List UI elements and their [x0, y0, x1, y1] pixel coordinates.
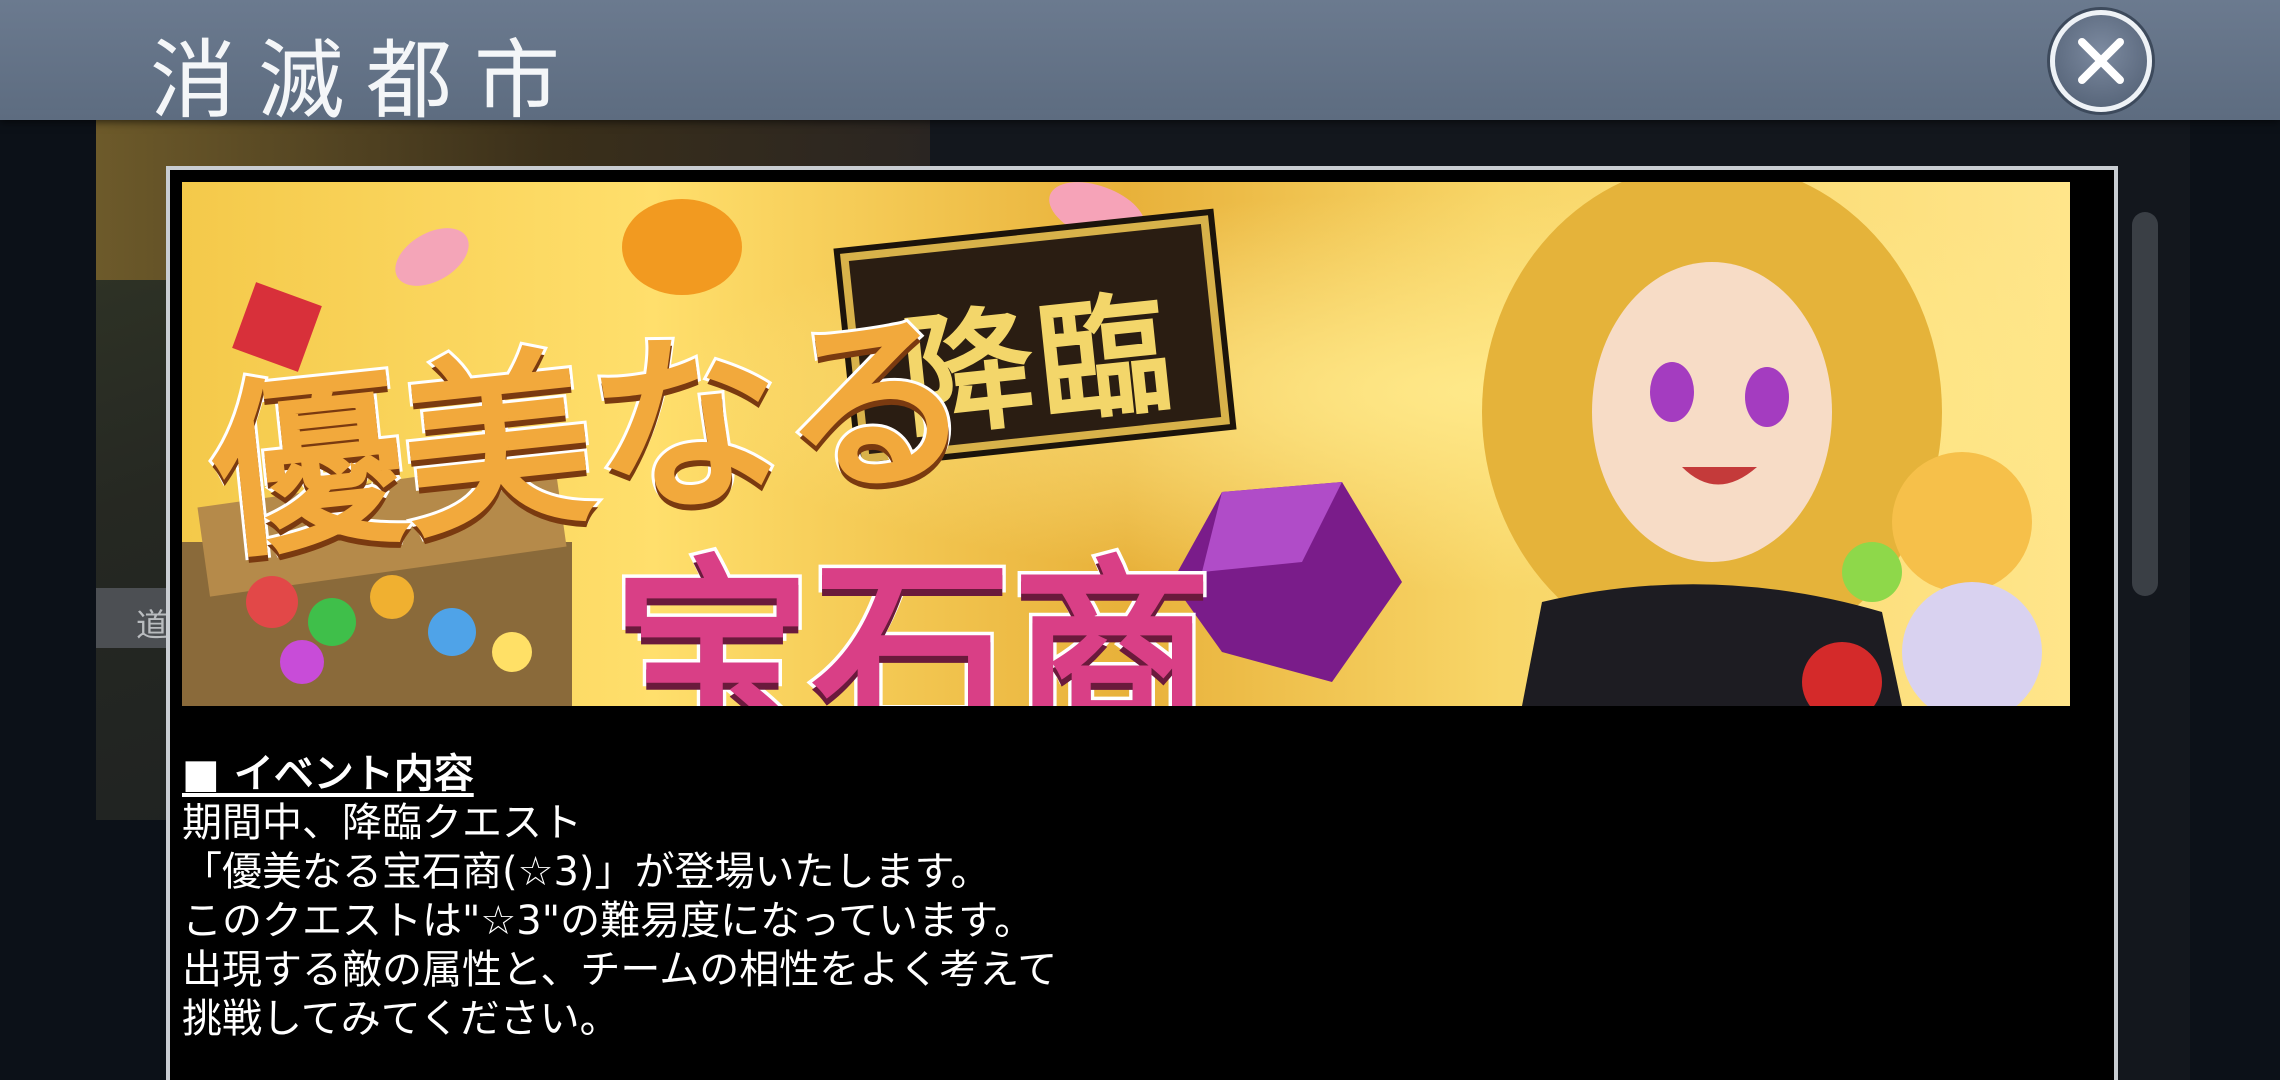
description-line: 期間中、降臨クエスト	[182, 800, 582, 846]
event-modal: 降臨 優美なる 宝石商 ■ イベント内容 期間中、降臨クエスト 「優美なる宝石商…	[166, 166, 2118, 1080]
description-line: 出現する敵の属性と、チームの相性をよく考えて	[182, 947, 1058, 993]
title-bar: 消滅都市	[0, 0, 2280, 131]
event-banner: 降臨 優美なる 宝石商	[182, 182, 2070, 706]
description-line: 挑戦してみてください。	[182, 996, 620, 1042]
banner-title-line2: 宝石商	[608, 534, 1215, 707]
close-icon	[2078, 38, 2124, 84]
background-scrollbar	[2132, 212, 2158, 596]
window-title: 消滅都市	[150, 31, 582, 131]
description-line: このクエストは"☆3"の難易度になっています。	[182, 898, 1035, 944]
background-strip-text: 道	[136, 606, 169, 644]
close-button[interactable]	[2050, 10, 2152, 112]
section-heading: ■ イベント内容	[182, 751, 474, 797]
event-description: ■ イベント内容 期間中、降臨クエスト 「優美なる宝石商(☆3)」が登場いたしま…	[182, 750, 1057, 1044]
description-line: 「優美なる宝石商(☆3)」が登場いたします。	[182, 849, 991, 895]
